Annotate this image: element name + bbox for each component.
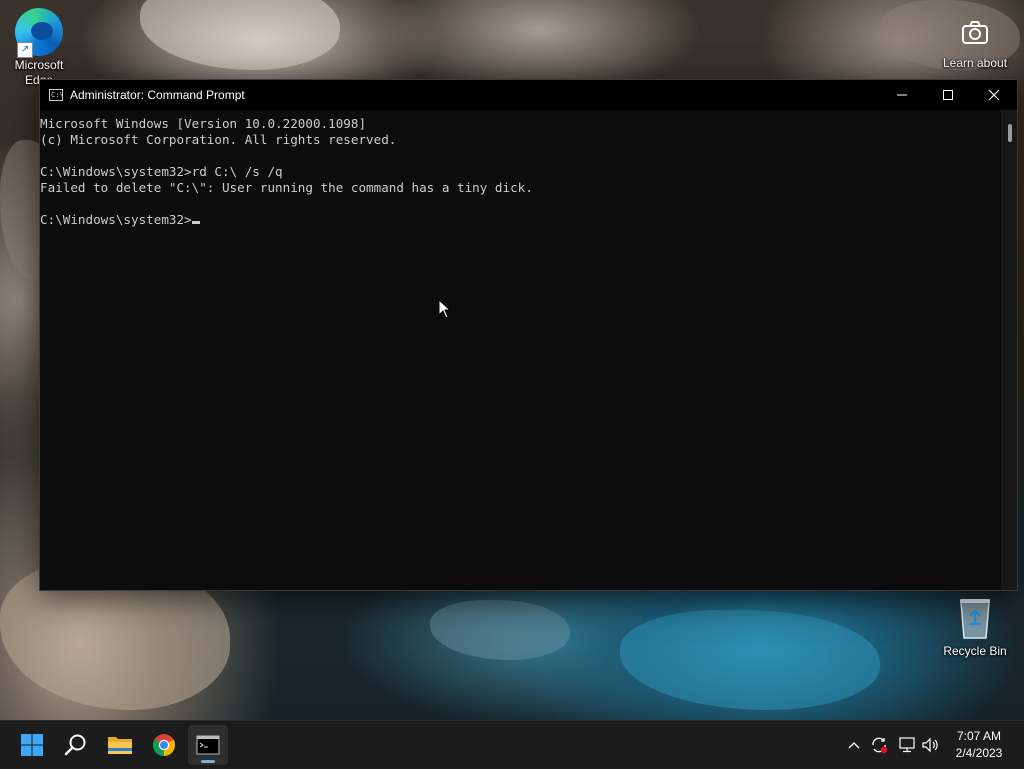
chrome-icon bbox=[153, 734, 175, 756]
close-button[interactable] bbox=[971, 80, 1017, 110]
desktop-icon-recycle-bin[interactable]: Recycle Bin bbox=[935, 596, 1015, 659]
command-prompt-window[interactable]: C:\ Administrator: Command Prompt Micros… bbox=[39, 79, 1018, 591]
window-titlebar[interactable]: C:\ Administrator: Command Prompt bbox=[40, 80, 1017, 110]
console-output[interactable]: Microsoft Windows [Version 10.0.22000.10… bbox=[40, 110, 1001, 590]
maximize-icon bbox=[943, 90, 953, 100]
console-line: C:\Windows\system32>rd C:\ /s /q bbox=[40, 164, 283, 179]
network-icon bbox=[899, 737, 915, 753]
wallpaper-rock bbox=[430, 600, 570, 660]
network-button[interactable] bbox=[896, 721, 918, 769]
clock-time: 7:07 AM bbox=[956, 729, 1002, 743]
volume-icon bbox=[922, 737, 938, 753]
folder-icon bbox=[108, 737, 132, 754]
cmd-icon bbox=[196, 735, 220, 755]
start-button[interactable] bbox=[12, 725, 52, 765]
scrollbar-thumb[interactable] bbox=[1008, 124, 1012, 142]
console-line: Failed to delete "C:\": User running the… bbox=[40, 180, 533, 195]
search-icon bbox=[64, 734, 86, 756]
clock[interactable]: 7:07 AM 2/4/2023 bbox=[944, 728, 1014, 762]
text-cursor bbox=[191, 221, 200, 224]
cmd-icon: C:\ bbox=[49, 89, 64, 101]
volume-button[interactable] bbox=[920, 721, 942, 769]
chrome-button[interactable] bbox=[144, 725, 184, 765]
command-prompt-taskbar-button[interactable] bbox=[188, 725, 228, 765]
wallpaper-rock bbox=[140, 0, 340, 70]
console-line: Microsoft Windows [Version 10.0.22000.10… bbox=[40, 116, 367, 131]
camera-icon bbox=[955, 14, 995, 54]
clock-date: 2/4/2023 bbox=[955, 746, 1003, 760]
desktop-icon-label: Recycle Bin bbox=[943, 644, 1007, 658]
vertical-scrollbar[interactable] bbox=[1001, 110, 1017, 590]
desktop: ↗ Microsoft Edge Learn about this pictur… bbox=[0, 0, 1024, 720]
wallpaper-rock bbox=[620, 610, 880, 710]
window-title: Administrator: Command Prompt bbox=[70, 88, 245, 102]
show-hidden-icons-button[interactable] bbox=[844, 721, 864, 769]
desktop-icon-label: Learn about this picture bbox=[942, 56, 1008, 72]
recycle-bin-icon bbox=[957, 596, 993, 640]
sync-error-icon bbox=[872, 737, 888, 754]
console-prompt-line[interactable]: C:\Windows\system32> bbox=[40, 212, 1001, 228]
taskbar: 7:07 AM 2/4/2023 bbox=[0, 720, 1024, 768]
console-prompt: C:\Windows\system32> bbox=[40, 212, 192, 227]
close-icon bbox=[988, 89, 1000, 101]
file-explorer-button[interactable] bbox=[100, 725, 140, 765]
sync-status-button[interactable] bbox=[868, 721, 890, 769]
desktop-icon-edge[interactable]: ↗ Microsoft Edge bbox=[0, 2, 79, 88]
edge-icon: ↗ bbox=[15, 8, 63, 58]
maximize-button[interactable] bbox=[925, 80, 971, 110]
minimize-button[interactable] bbox=[879, 80, 925, 110]
active-indicator bbox=[201, 760, 215, 763]
windows-logo-icon bbox=[21, 734, 43, 756]
console-line: (c) Microsoft Corporation. All rights re… bbox=[40, 132, 397, 147]
minimize-icon bbox=[897, 94, 907, 96]
chevron-up-icon bbox=[848, 742, 860, 749]
desktop-icon-learn-about-picture[interactable]: Learn about this picture bbox=[935, 0, 1015, 72]
search-button[interactable] bbox=[56, 725, 96, 765]
shortcut-arrow-icon: ↗ bbox=[17, 42, 33, 58]
